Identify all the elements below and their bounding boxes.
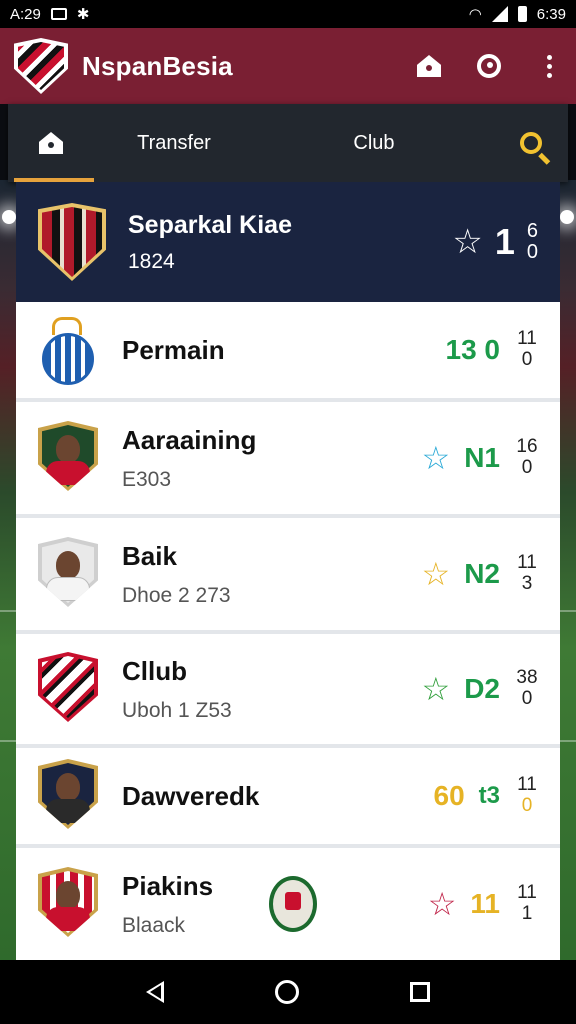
list-item[interactable]: Permain 13 0 11 0 (16, 302, 560, 402)
list-item[interactable]: Piakins Blaack ☆ 11 11 1 (16, 848, 560, 960)
star-icon[interactable]: ☆ (422, 673, 451, 705)
recents-button[interactable] (410, 982, 431, 1002)
more-vert-icon (546, 54, 552, 78)
home-icon (39, 132, 63, 154)
stat-bottom: 0 (521, 349, 533, 370)
item-stat: N1 (464, 442, 500, 473)
star-icon[interactable]: ☆ (422, 558, 451, 590)
refresh-button[interactable] (476, 53, 502, 79)
stat-top: 11 (517, 328, 537, 350)
wifi-icon: ◠ (468, 6, 482, 23)
stat-bottom: 1 (521, 903, 533, 924)
club-crest (36, 652, 100, 726)
item-subtitle: E303 (122, 467, 172, 491)
stat-top: 11 (517, 774, 537, 796)
favorite-star-icon[interactable]: ☆ (452, 225, 482, 259)
item-stat-stack: 16 0 (514, 436, 540, 479)
stat-top: 16 (516, 436, 538, 458)
stat-top: 6 (526, 220, 538, 242)
club-crest (36, 313, 100, 387)
tab-club[interactable]: Club (254, 104, 494, 182)
system-nav-bar (0, 960, 576, 1024)
club-stat-stack: 6 0 (527, 221, 538, 263)
item-stat: 13 0 (445, 334, 501, 365)
item-stat: D2 (464, 673, 500, 704)
star-icon[interactable]: ☆ (422, 442, 451, 474)
status-time-left: A:29 (10, 5, 41, 23)
item-stat: 60 (433, 780, 465, 811)
home-button[interactable] (416, 53, 442, 79)
player-avatar (36, 759, 100, 833)
list-item[interactable]: Cllub Uboh 1 Z53 ☆ D2 38 0 (16, 634, 560, 748)
overflow-menu-button[interactable] (536, 53, 562, 79)
item-subtitle: Dhoe 2 273 (122, 583, 231, 607)
item-name: Dawveredk (122, 780, 260, 811)
list-item[interactable]: Aaraaining E303 ☆ N1 16 0 (16, 402, 560, 518)
back-button[interactable] (145, 981, 164, 1003)
item-stat: 11 (470, 888, 500, 919)
home-nav-button[interactable] (274, 980, 299, 1004)
stat-top: 11 (517, 552, 537, 574)
player-avatar (36, 421, 100, 495)
notification-icon (50, 8, 67, 20)
star-icon[interactable]: ☆ (428, 888, 457, 920)
signal-icon (491, 6, 508, 22)
club-year: 1824 (128, 249, 175, 273)
refresh-icon (477, 54, 501, 78)
recents-icon (410, 982, 431, 1002)
status-time-right: 6:39 (536, 5, 566, 23)
tab-home[interactable] (8, 104, 94, 182)
search-icon (520, 132, 542, 154)
item-name: Piakins (122, 870, 214, 901)
item-stat-stack: 11 0 (514, 328, 540, 371)
player-avatar (36, 537, 100, 611)
club-name: Separkal Kiae (128, 210, 292, 239)
circle-home-icon (274, 980, 299, 1004)
item-subtitle: Uboh 1 Z53 (122, 698, 232, 722)
item-name: Baik (122, 540, 177, 571)
item-stat-stack: 38 0 (514, 667, 540, 710)
back-icon (145, 981, 164, 1003)
club-list: Permain 13 0 11 0 Aaraaining E303 ☆ N1 1… (16, 302, 560, 960)
item-subtitle: Blaack (122, 913, 186, 937)
item-stat-stack: 11 1 (514, 882, 540, 925)
player-avatar (36, 867, 100, 941)
list-item[interactable]: Baik Dhoe 2 273 ☆ N2 11 3 (16, 518, 560, 634)
stat-bottom: 0 (526, 241, 538, 263)
club-rank: 1 (494, 221, 515, 262)
app-logo (14, 38, 68, 94)
stat-bottom: 0 (521, 795, 533, 816)
stat-bottom: 3 (521, 573, 533, 594)
stat-top: 11 (517, 882, 537, 904)
app-title: NspanBesia (82, 50, 233, 81)
stat-top: 38 (516, 667, 538, 689)
item-name: Permain (122, 334, 225, 365)
item-stat-stack: 11 3 (514, 552, 540, 595)
tab-transfer[interactable]: Transfer (94, 104, 254, 182)
item-stat-stack: 11 0 (514, 774, 540, 817)
item-stat-secondary: t3 (478, 782, 500, 809)
search-button[interactable] (494, 104, 568, 182)
club-crest (38, 203, 106, 281)
club-header-card[interactable]: Separkal Kiae 1824 ☆ 1 6 0 (16, 182, 560, 302)
list-item[interactable]: Dawveredk 60 t3 11 0 (16, 748, 560, 848)
item-name: Aaraaining (122, 424, 257, 455)
item-name: Cllub (122, 655, 187, 686)
home-icon (417, 55, 441, 77)
club-badge (269, 876, 318, 932)
battery-icon (517, 6, 527, 22)
floodlight (560, 210, 574, 224)
app-bar: NspanBesia (0, 28, 576, 104)
gear-icon: ✱ (76, 6, 90, 23)
stat-bottom: 0 (521, 688, 533, 709)
stat-bottom: 0 (521, 457, 533, 478)
floodlight (2, 210, 16, 224)
status-bar: A:29 ✱ ◠ 6:39 (0, 0, 576, 28)
tab-bar: Transfer Club (8, 104, 568, 182)
item-stat: N2 (464, 558, 500, 589)
